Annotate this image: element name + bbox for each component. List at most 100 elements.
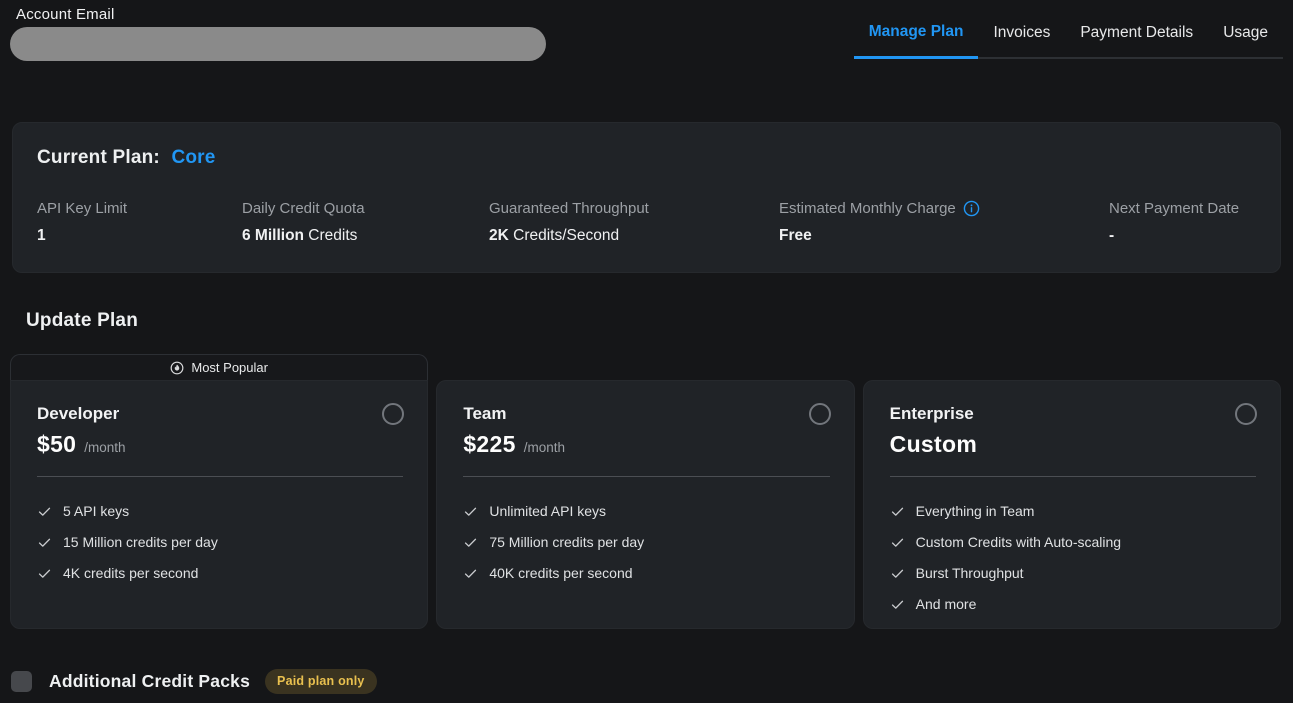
stat-label: Estimated Monthly Charge <box>779 200 1109 217</box>
stat-value: 6 Million Credits <box>242 227 489 245</box>
stat-daily-credit-quota: Daily Credit Quota 6 Million Credits <box>242 200 489 245</box>
check-icon <box>890 535 905 550</box>
stat-value: 2K Credits/Second <box>489 227 779 245</box>
current-plan-title: Current Plan: Core <box>37 147 1256 169</box>
account-email-label: Account Email <box>16 6 546 23</box>
plan-card-enterprise: Enterprise Custom Everything in Team Cus… <box>863 354 1281 629</box>
stat-guaranteed-throughput: Guaranteed Throughput 2K Credits/Second <box>489 200 779 245</box>
plan-radio-enterprise[interactable] <box>1235 403 1257 425</box>
plan-name: Developer <box>37 404 403 424</box>
feature-item: And more <box>890 596 1256 612</box>
feature-item: Everything in Team <box>890 503 1256 519</box>
feature-text: 40K credits per second <box>489 565 632 581</box>
stat-value-strong: 2K <box>489 227 509 244</box>
feature-item: 5 API keys <box>37 503 403 519</box>
tab-manage-plan[interactable]: Manage Plan <box>854 13 979 59</box>
feature-text: Everything in Team <box>916 503 1035 519</box>
feature-item: 4K credits per second <box>37 565 403 581</box>
check-icon <box>37 566 52 581</box>
stat-next-payment-date: Next Payment Date - <box>1109 200 1256 245</box>
plan-name: Team <box>463 404 829 424</box>
stat-label: Guaranteed Throughput <box>489 200 779 217</box>
current-plan-name: Core <box>171 147 215 168</box>
feature-text: And more <box>916 596 977 612</box>
stat-label-text: Estimated Monthly Charge <box>779 200 956 217</box>
stat-value: 1 <box>37 227 242 245</box>
feature-item: 75 Million credits per day <box>463 534 829 550</box>
divider <box>890 476 1256 477</box>
check-icon <box>463 535 478 550</box>
check-icon <box>37 535 52 550</box>
paid-plan-only-badge: Paid plan only <box>265 669 377 694</box>
feature-text: 75 Million credits per day <box>489 534 644 550</box>
stat-label: API Key Limit <box>37 200 242 217</box>
most-popular-label: Most Popular <box>191 360 268 375</box>
current-plan-title-prefix: Current Plan: <box>37 147 160 168</box>
check-icon <box>37 504 52 519</box>
stat-value: Free <box>779 227 1109 245</box>
check-icon <box>890 597 905 612</box>
plan-price: Custom <box>890 431 977 458</box>
feature-text: 4K credits per second <box>63 565 198 581</box>
stat-value-strong: Free <box>779 227 812 244</box>
feature-list: 5 API keys 15 Million credits per day 4K… <box>37 503 403 581</box>
current-plan-stats: API Key Limit 1 Daily Credit Quota 6 Mil… <box>37 200 1256 245</box>
tab-invoices[interactable]: Invoices <box>978 14 1065 57</box>
stat-estimated-monthly-charge: Estimated Monthly Charge Free <box>779 200 1109 245</box>
plan-body-developer[interactable]: Developer $50 /month 5 API keys 15 Milli… <box>10 380 428 629</box>
divider <box>463 476 829 477</box>
update-plan-heading: Update Plan <box>26 310 1293 332</box>
stat-api-key-limit: API Key Limit 1 <box>37 200 242 245</box>
stat-label: Next Payment Date <box>1109 200 1256 217</box>
plan-period: /month <box>84 440 125 455</box>
stat-value-strong: - <box>1109 227 1114 244</box>
plan-radio-team[interactable] <box>809 403 831 425</box>
divider <box>37 476 403 477</box>
current-plan-card: Current Plan: Core API Key Limit 1 Daily… <box>12 122 1281 273</box>
feature-item: Custom Credits with Auto-scaling <box>890 534 1256 550</box>
feature-item: Burst Throughput <box>890 565 1256 581</box>
additional-credit-packs-section: Additional Credit Packs Paid plan only <box>11 669 1293 694</box>
feature-text: Burst Throughput <box>916 565 1024 581</box>
feature-item: 40K credits per second <box>463 565 829 581</box>
plan-period: /month <box>524 440 565 455</box>
plan-price-row: $50 /month <box>37 431 403 458</box>
feature-item: Unlimited API keys <box>463 503 829 519</box>
credit-packs-checkbox[interactable] <box>11 671 32 692</box>
check-icon <box>463 566 478 581</box>
tab-payment-details[interactable]: Payment Details <box>1065 14 1208 57</box>
top-bar: Account Email Manage Plan Invoices Payme… <box>0 0 1293 95</box>
feature-list: Unlimited API keys 75 Million credits pe… <box>463 503 829 581</box>
plan-price-row: Custom <box>890 431 1256 458</box>
account-email-block: Account Email <box>16 6 546 61</box>
plan-name: Enterprise <box>890 404 1256 424</box>
feature-list: Everything in Team Custom Credits with A… <box>890 503 1256 612</box>
stat-label: Daily Credit Quota <box>242 200 489 217</box>
stat-value-rest: Credits/Second <box>509 227 619 244</box>
plan-price: $50 <box>37 431 76 458</box>
stat-value-strong: 6 Million <box>242 227 304 244</box>
plan-cards-row: Most Popular Developer $50 /month 5 API … <box>10 354 1281 629</box>
plan-body-enterprise[interactable]: Enterprise Custom Everything in Team Cus… <box>863 380 1281 629</box>
check-icon <box>463 504 478 519</box>
stat-value-strong: 1 <box>37 227 46 244</box>
stat-value: - <box>1109 227 1256 245</box>
account-email-input[interactable] <box>10 27 546 61</box>
plan-card-developer: Most Popular Developer $50 /month 5 API … <box>10 354 428 629</box>
band-spacer <box>436 354 854 380</box>
check-icon <box>890 566 905 581</box>
credit-packs-label: Additional Credit Packs <box>49 671 250 692</box>
feature-text: Custom Credits with Auto-scaling <box>916 534 1121 550</box>
stat-value-rest: Credits <box>304 227 357 244</box>
tab-bar: Manage Plan Invoices Payment Details Usa… <box>854 13 1283 59</box>
feature-text: Unlimited API keys <box>489 503 606 519</box>
flame-icon <box>170 361 184 375</box>
plan-body-team[interactable]: Team $225 /month Unlimited API keys 75 M… <box>436 380 854 629</box>
band-spacer <box>863 354 1281 380</box>
info-icon[interactable] <box>963 200 980 217</box>
plan-price: $225 <box>463 431 515 458</box>
feature-item: 15 Million credits per day <box>37 534 403 550</box>
tab-usage[interactable]: Usage <box>1208 14 1283 57</box>
plan-card-team: Team $225 /month Unlimited API keys 75 M… <box>436 354 854 629</box>
feature-text: 15 Million credits per day <box>63 534 218 550</box>
